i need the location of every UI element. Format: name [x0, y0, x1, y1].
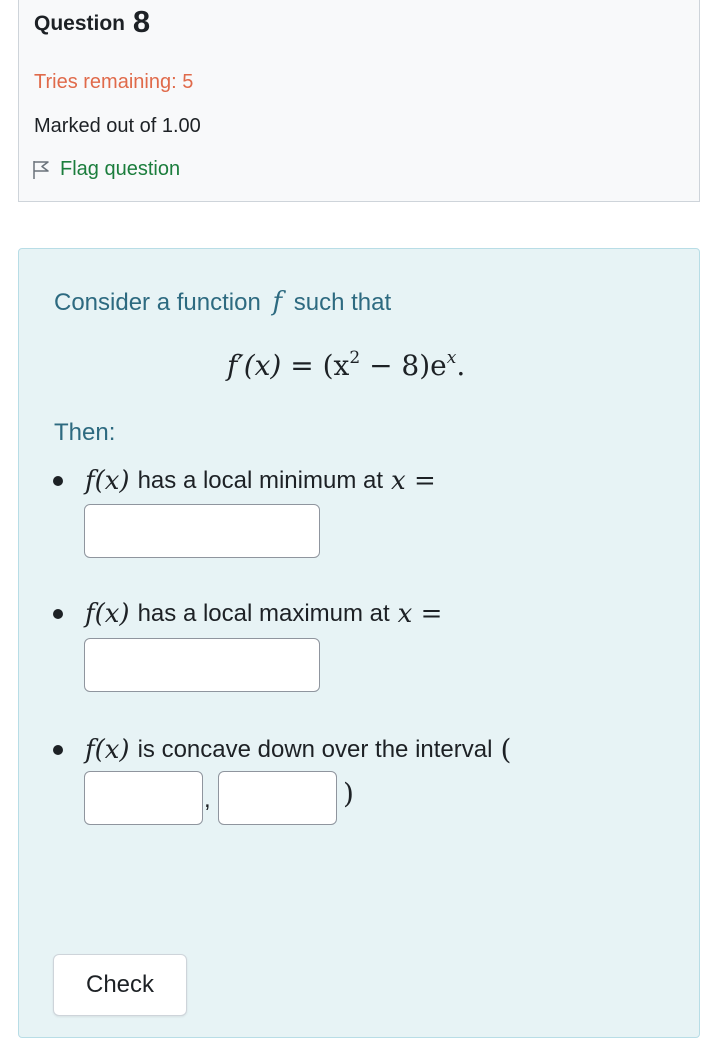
question-number: 8 — [132, 4, 151, 39]
concave-down-text: is concave down over the interval — [137, 735, 493, 763]
then-label: Then: — [54, 419, 116, 446]
local-min-text: has a local minimum at — [137, 467, 384, 494]
tries-remaining: Tries remaining: 5 — [34, 71, 194, 93]
formula-rhs-open: = (x — [290, 349, 350, 382]
bullet-icon — [53, 476, 63, 486]
check-button[interactable]: Check — [53, 954, 187, 1016]
local-max-input[interactable] — [84, 638, 320, 692]
interval-start-input[interactable] — [84, 771, 203, 825]
formula-exponent: 2 — [349, 348, 361, 368]
derivative-formula: f′(x) = (x2 − 8)ex. — [227, 349, 465, 382]
question-content-panel: Consider a function f such that f′(x) = … — [18, 248, 700, 1038]
fx-label: f(x) — [85, 734, 130, 765]
fx-label: f(x) — [85, 466, 130, 496]
fx-label: f(x) — [85, 599, 130, 629]
question-title: Question 8 — [34, 4, 150, 40]
marked-out-of: Marked out of 1.00 — [34, 115, 201, 137]
list-item-local-min: f(x) has a local minimum at x = — [53, 466, 436, 496]
eq-label: x = — [397, 599, 443, 629]
intro-suffix: such that — [293, 289, 392, 316]
question-intro: Consider a function f such that — [54, 287, 391, 317]
formula-rhs-mid: − 8)e — [360, 349, 447, 382]
intro-prefix: Consider a function — [54, 289, 261, 316]
local-min-input[interactable] — [84, 504, 320, 558]
bullet-icon — [53, 744, 63, 755]
formula-exponent-e: x — [446, 348, 457, 368]
formula-end: . — [456, 349, 466, 382]
interval-comma: , — [204, 786, 211, 813]
bullet-icon — [53, 609, 63, 619]
local-max-text: has a local maximum at — [137, 600, 390, 627]
flag-outline-icon — [33, 160, 49, 179]
formula-lhs: f′(x) — [227, 349, 282, 382]
close-paren: ) — [343, 777, 354, 810]
intro-var: f — [272, 287, 283, 317]
flag-question-link[interactable]: Flag question — [32, 158, 180, 181]
question-info-panel: Question 8 Tries remaining: 5 Marked out… — [18, 0, 700, 202]
eq-label: x = — [391, 466, 436, 496]
open-paren: ( — [500, 733, 512, 766]
question-label: Question — [34, 12, 126, 35]
list-item-concave-down: f(x) is concave down over the interval ( — [53, 733, 511, 766]
interval-end-input[interactable] — [218, 771, 337, 825]
list-item-local-max: f(x) has a local maximum at x = — [53, 599, 442, 629]
flag-question-label: Flag question — [60, 158, 181, 180]
